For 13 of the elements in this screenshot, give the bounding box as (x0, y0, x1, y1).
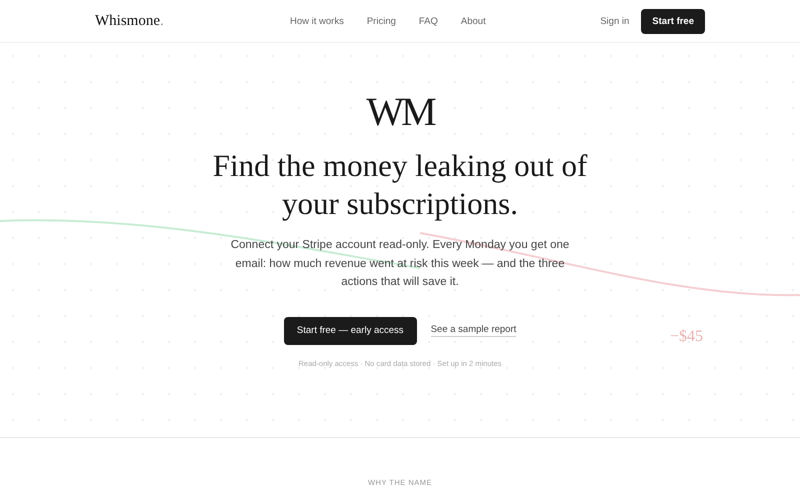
monogram-logo: WM (365, 91, 436, 133)
start-free-button[interactable]: Start free — early access (284, 316, 417, 344)
floating-amount: −$45 (670, 328, 704, 346)
nav-link[interactable]: Pricing (366, 16, 396, 26)
hero-heading: Find the money leaking out of your subscriptions. (212, 147, 588, 223)
start-free-button[interactable]: Start free (641, 8, 705, 34)
nav-link[interactable]: About (460, 16, 486, 26)
hero-description: Connect your Stripe account read-only. Every Monday you get one email: how much revenue went at risk this week — and the three actions that will save it. (230, 238, 570, 290)
brand-logo[interactable]: Whismone. (95, 12, 164, 30)
nav-link[interactable]: How it works (290, 16, 344, 26)
sample-report-link[interactable]: See a sample report (430, 324, 516, 337)
sign-in-link[interactable]: Sign in (600, 16, 630, 26)
nav-link[interactable]: FAQ (418, 16, 438, 26)
